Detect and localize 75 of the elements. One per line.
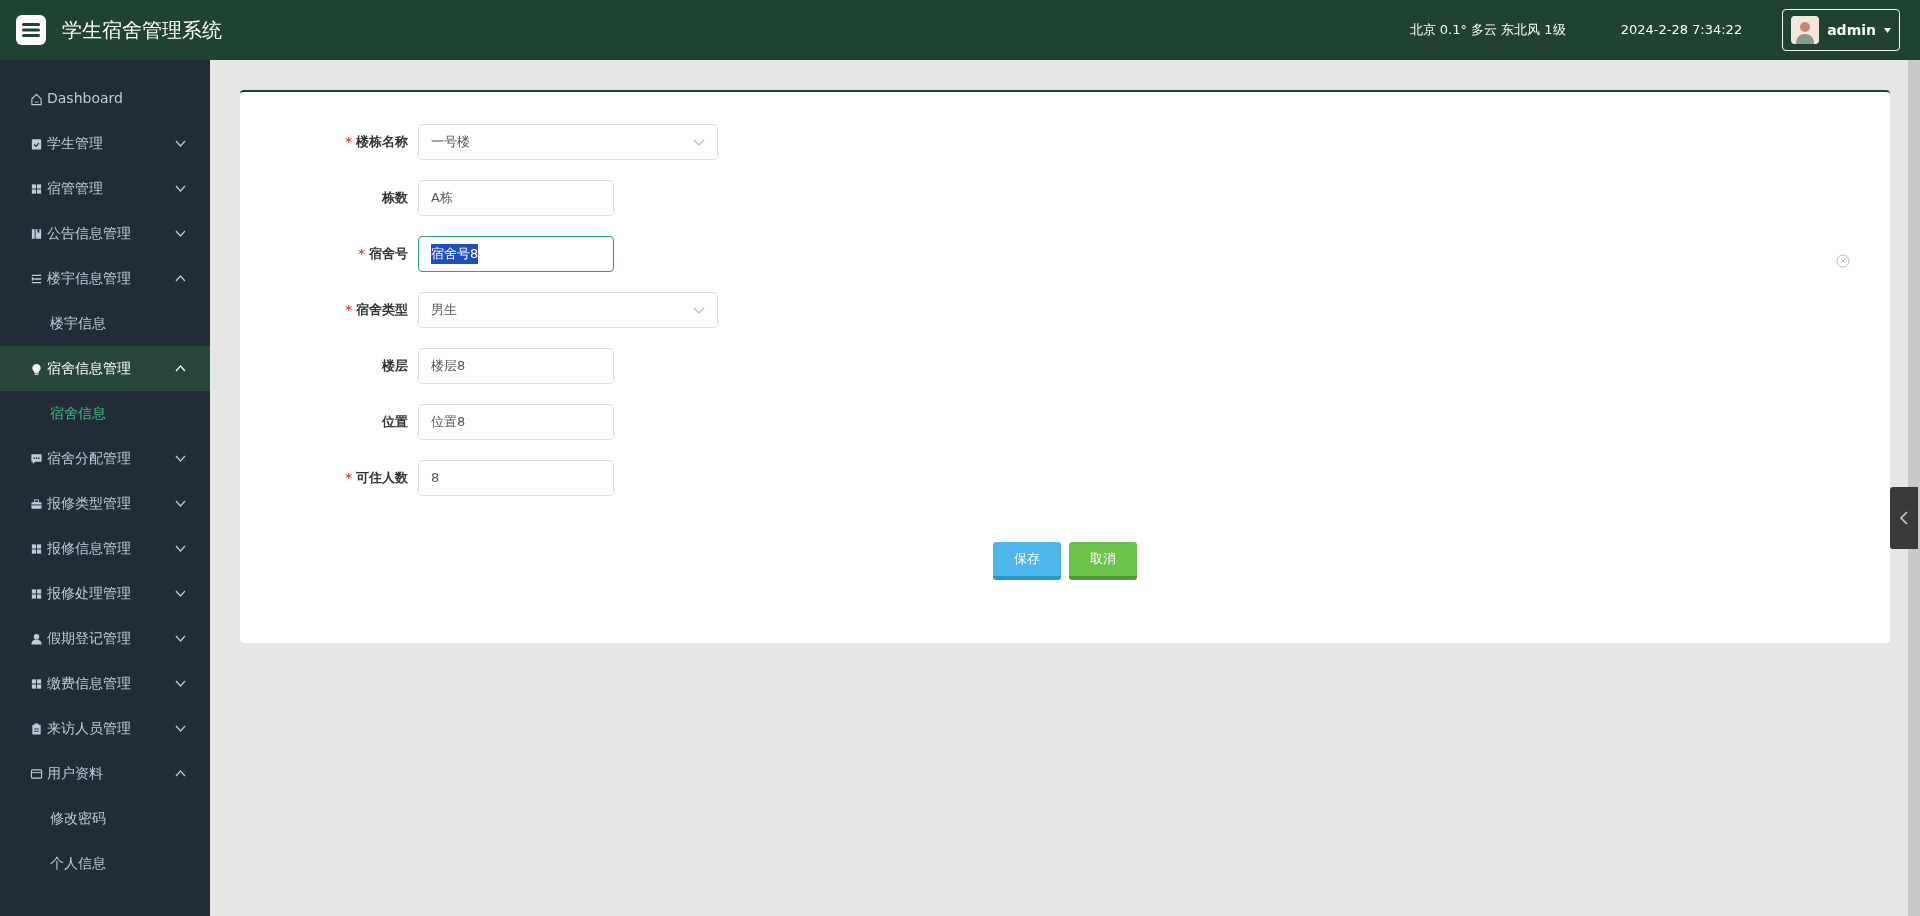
briefcase-icon (30, 496, 43, 511)
input-field[interactable]: 楼层8 (418, 348, 614, 384)
field-label: 楼栋名称 (356, 134, 408, 150)
home-icon (30, 91, 43, 106)
sidebar-item[interactable]: 宿管管理 (0, 166, 210, 211)
chevron-down-icon (175, 455, 186, 462)
grid-icon (30, 181, 43, 196)
input-field[interactable]: 8 (418, 460, 614, 496)
grid-icon (30, 676, 43, 691)
user-menu[interactable]: admin (1782, 9, 1900, 51)
menu-icon (22, 22, 40, 38)
chevron-down-icon (693, 306, 705, 314)
sidebar-item[interactable]: 报修处理管理 (0, 571, 210, 616)
sidebar-item[interactable]: 宿舍信息管理 (0, 346, 210, 391)
input-field[interactable]: 位置8 (418, 404, 614, 440)
sidebar-item[interactable]: 公告信息管理 (0, 211, 210, 256)
chevron-down-icon (693, 138, 705, 146)
chevron-down-icon (175, 680, 186, 687)
required-mark: * (358, 246, 365, 262)
chevron-up-icon (175, 770, 186, 777)
chevron-up-icon (175, 365, 186, 372)
chevron-down-icon (175, 230, 186, 237)
input-field[interactable]: 宿舍号8 (418, 236, 614, 272)
sidebar-item[interactable]: 报修信息管理 (0, 526, 210, 571)
field-label: 位置 (382, 414, 408, 430)
chevron-down-icon (175, 635, 186, 642)
select-field[interactable]: 男生 (418, 292, 718, 328)
input-field[interactable]: A栋 (418, 180, 614, 216)
required-mark: * (345, 134, 352, 150)
required-mark: * (345, 302, 352, 318)
sidebar-item[interactable]: 报修类型管理 (0, 481, 210, 526)
submenu-item[interactable]: 个人信息 (0, 841, 210, 886)
chevron-down-icon (175, 545, 186, 552)
grid-icon (30, 541, 43, 556)
bulb-icon (30, 361, 43, 376)
sidebar-item[interactable]: Dashboard (0, 76, 210, 121)
clipboard-icon (30, 136, 43, 151)
submenu-item[interactable]: 楼宇信息 (0, 301, 210, 346)
weather-text: 北京 0.1° 多云 东北风 1级 (1409, 21, 1566, 40)
chat-icon (30, 451, 43, 466)
submenu-item[interactable]: 修改密码 (0, 796, 210, 841)
clipboard-icon (30, 721, 43, 736)
chevron-down-icon (175, 590, 186, 597)
sidebar-item[interactable]: 用户资料 (0, 751, 210, 796)
sidebar-item[interactable]: 来访人员管理 (0, 706, 210, 751)
sidebar-item[interactable]: 假期登记管理 (0, 616, 210, 661)
field-label: 栋数 (382, 190, 408, 206)
submenu-item[interactable]: 宿舍信息 (0, 391, 210, 436)
book-icon (30, 226, 43, 241)
menu-button[interactable] (16, 15, 46, 45)
date-time: 2024-2-28 7:34:22 (1620, 21, 1743, 40)
card-icon (30, 766, 43, 781)
sidebar-item[interactable]: 缴费信息管理 (0, 661, 210, 706)
avatar-icon (1791, 16, 1820, 44)
person-icon (30, 631, 43, 646)
app-title: 学生宿舍管理系统 (62, 17, 222, 44)
panel-toggle[interactable] (1890, 487, 1918, 549)
select-field[interactable]: 一号楼 (418, 124, 718, 160)
chevron-down-icon (175, 725, 186, 732)
chevron-down-icon (175, 140, 186, 147)
field-label: 宿舍号 (369, 246, 408, 262)
caret-icon (1884, 27, 1891, 33)
field-label: 楼层 (382, 358, 408, 374)
chevron-left-icon (1900, 511, 1908, 525)
sidebar-item[interactable]: 楼宇信息管理 (0, 256, 210, 301)
chevron-up-icon (175, 275, 186, 282)
grid-icon (30, 586, 43, 601)
required-mark: * (345, 470, 352, 486)
scrollbar[interactable] (1908, 60, 1920, 916)
field-label: 宿舍类型 (356, 302, 408, 318)
sidebar-item[interactable]: 宿舍分配管理 (0, 436, 210, 481)
sidebar-item[interactable]: 学生管理 (0, 121, 210, 166)
field-label: 可住人数 (356, 470, 408, 486)
chevron-down-icon (175, 500, 186, 507)
chevron-down-icon (175, 185, 186, 192)
